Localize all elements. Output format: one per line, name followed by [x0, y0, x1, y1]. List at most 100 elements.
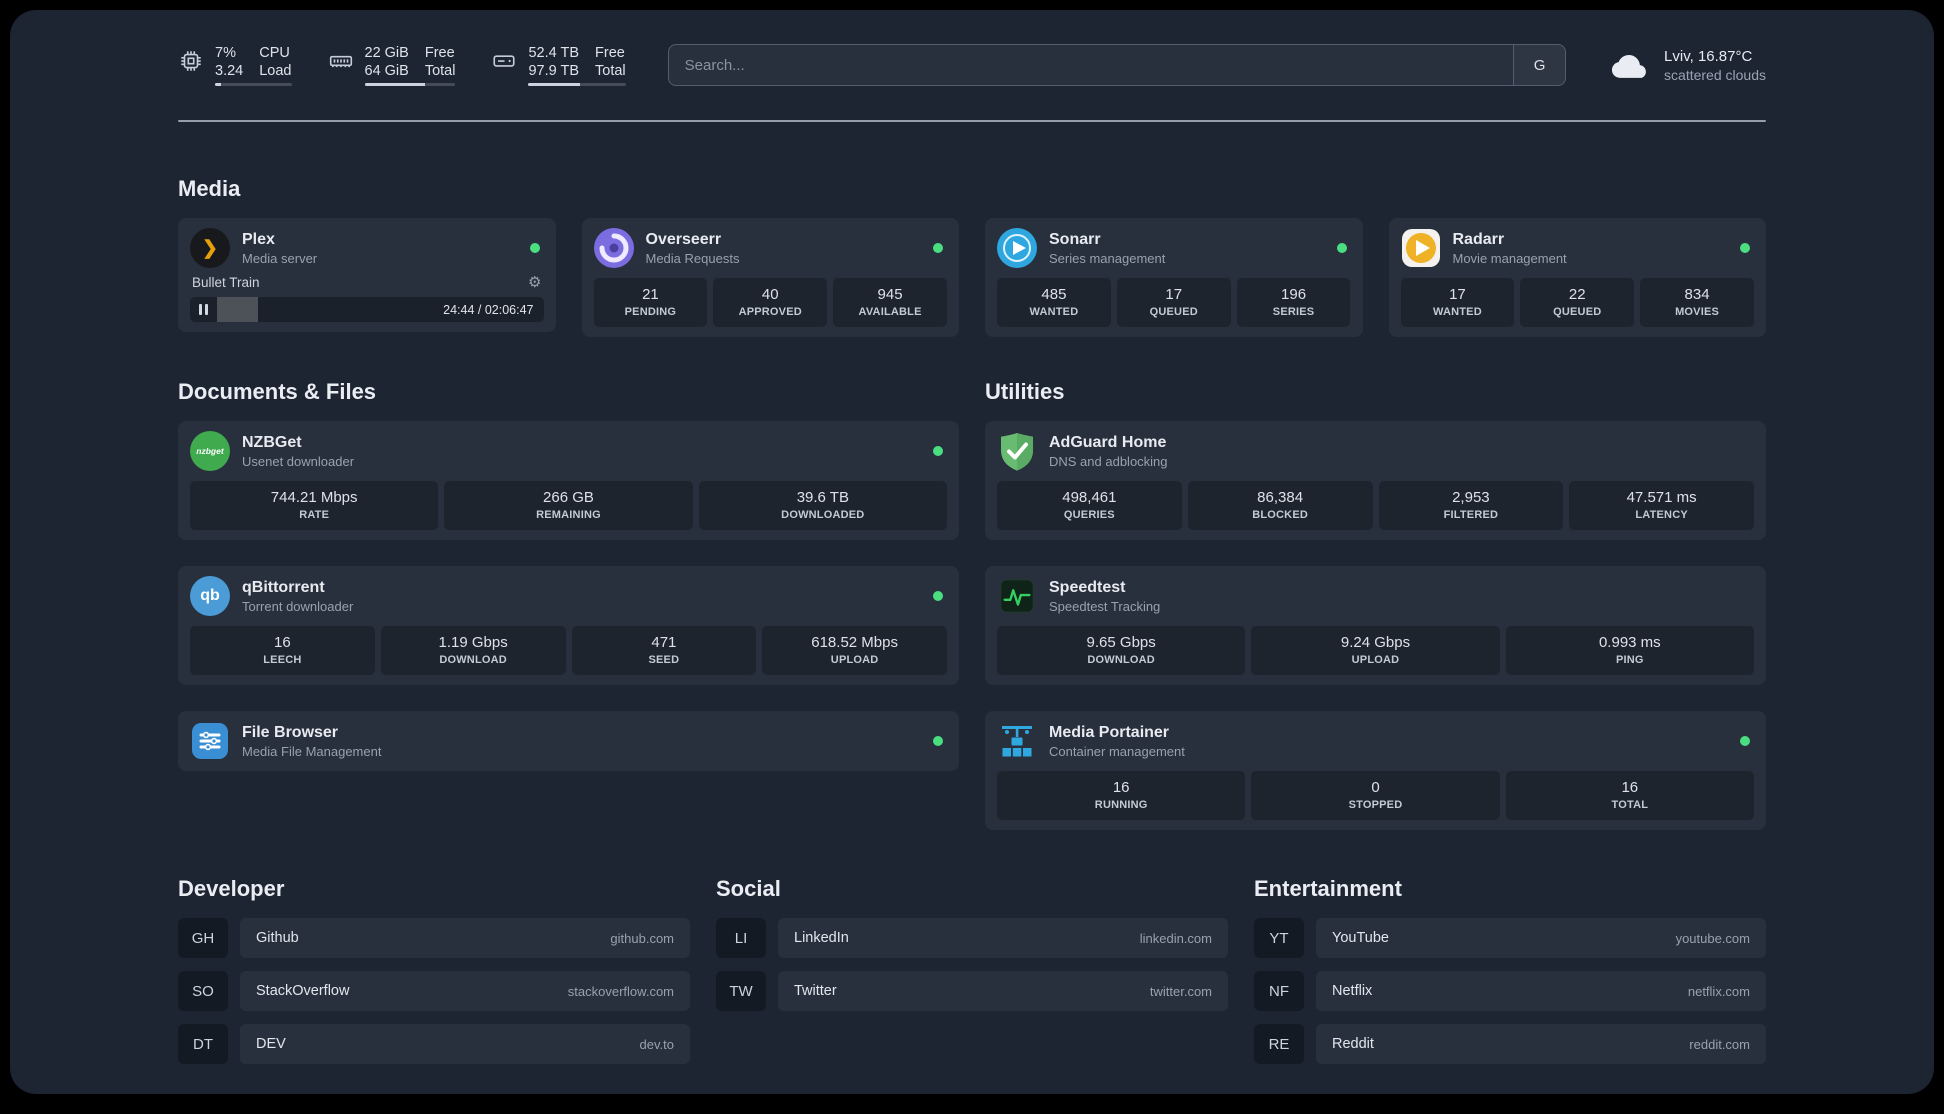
- disk-labels: Free Total: [595, 45, 626, 80]
- bookmark-domain: stackoverflow.com: [567, 983, 674, 999]
- service-desc: Media File Management: [242, 744, 382, 760]
- bookmark-name: LinkedIn: [794, 930, 849, 947]
- stat-block: 744.21 Mbps RATE: [190, 481, 439, 531]
- bookmark-twitter[interactable]: TW Twitter twitter.com: [716, 971, 1228, 1012]
- portainer-icon: [997, 721, 1037, 761]
- status-dot: [1336, 243, 1347, 254]
- gear-icon[interactable]: ⚙: [528, 275, 541, 290]
- playback-time: 24:44 / 02:06:47: [443, 302, 534, 317]
- stat-block: 945 AVAILABLE: [833, 278, 947, 328]
- service-name: qBittorrent: [242, 579, 325, 597]
- service-card-radarr[interactable]: Radarr Movie management 17 WANTED 22 QUE…: [1388, 218, 1766, 338]
- bookmark-abbr: TW: [716, 971, 766, 1012]
- stat-block: 17 QUEUED: [1116, 278, 1231, 328]
- service-card-overseerr[interactable]: Overseerr Media Requests 21 PENDING 40 A…: [581, 218, 959, 338]
- stat-block: 22 QUEUED: [1520, 278, 1635, 328]
- search-provider-button[interactable]: G: [1513, 45, 1565, 86]
- status-dot: [933, 591, 943, 602]
- service-card-portainer[interactable]: Media Portainer Container management 16 …: [985, 711, 1766, 831]
- memory-icon: [329, 55, 352, 68]
- adguard-icon: [997, 431, 1037, 471]
- service-card-adguard[interactable]: AdGuard Home DNS and adblocking 498,461 …: [985, 421, 1766, 541]
- service-name: Radarr: [1452, 231, 1505, 249]
- service-desc: Movie management: [1452, 251, 1567, 267]
- seek-track[interactable]: [217, 297, 433, 323]
- service-desc: Usenet downloader: [242, 454, 355, 470]
- bookmark-name: DEV: [256, 1036, 286, 1053]
- service-desc: Speedtest Tracking: [1049, 599, 1161, 615]
- status-dot: [933, 446, 943, 457]
- stat-block: 21 PENDING: [593, 278, 708, 328]
- section-documents: Documents & Files nzbget NZBGet Usenet d…: [178, 379, 959, 772]
- weather-widget[interactable]: Lviv, 16.87°C scattered clouds: [1608, 48, 1766, 83]
- svg-text:nzbget: nzbget: [196, 446, 225, 456]
- filebrowser-icon: [190, 721, 230, 761]
- service-name: Speedtest: [1049, 579, 1126, 597]
- service-name: Sonarr: [1049, 231, 1101, 249]
- memory-values: 22 GiB 64 GiB: [364, 45, 409, 80]
- stat-block: 2,953 FILTERED: [1378, 481, 1564, 531]
- stat-block: 86,384 BLOCKED: [1187, 481, 1373, 531]
- service-name: Plex: [242, 231, 275, 249]
- bookmark-abbr: DT: [178, 1024, 228, 1065]
- bookmark-name: YouTube: [1332, 930, 1389, 947]
- status-dot: [1740, 736, 1750, 747]
- service-card-speedtest[interactable]: Speedtest Speedtest Tracking 9.65 Gbps D…: [985, 566, 1766, 686]
- service-name: NZBGet: [242, 434, 302, 452]
- track-title: Bullet Train: [192, 275, 260, 291]
- disk-widget: 52.4 TB 97.9 TB Free Total: [491, 44, 626, 87]
- service-card-filebrowser[interactable]: File Browser Media File Management: [178, 711, 959, 772]
- stat-block: 196 SERIES: [1236, 278, 1351, 328]
- section-title-documents: Documents & Files: [178, 379, 377, 405]
- service-card-plex[interactable]: ❯ Plex Media server Bullet Train ⚙ 24:44…: [178, 218, 556, 333]
- stat-block: 0.993 ms PING: [1505, 626, 1754, 676]
- cpu-values: 7% 3.24: [215, 45, 244, 80]
- bookmark-youtube[interactable]: YT YouTube youtube.com: [1254, 918, 1766, 959]
- plex-icon: ❯: [190, 228, 230, 269]
- bookmark-group-title: Entertainment: [1254, 876, 1402, 902]
- service-desc: Torrent downloader: [242, 599, 354, 615]
- bookmark-group-title: Social: [716, 876, 781, 902]
- service-card-nzbget[interactable]: nzbget NZBGet Usenet downloader 744.21 M…: [178, 421, 959, 541]
- bookmark-github[interactable]: GH Github github.com: [178, 918, 690, 959]
- stat-block: 9.65 Gbps DOWNLOAD: [997, 626, 1246, 676]
- weather-condition: scattered clouds: [1664, 66, 1766, 83]
- bookmark-name: Github: [256, 930, 299, 947]
- stat-block: 0 STOPPED: [1251, 771, 1500, 821]
- playback-bar[interactable]: 24:44 / 02:06:47: [190, 297, 544, 323]
- status-dot: [933, 243, 943, 254]
- radarr-icon: [1401, 228, 1441, 268]
- bookmark-dev[interactable]: DT DEV dev.to: [178, 1024, 690, 1065]
- service-card-sonarr[interactable]: Sonarr Series management 485 WANTED 17 Q…: [985, 218, 1363, 338]
- service-desc: Media Requests: [645, 251, 740, 267]
- bookmark-stackoverflow[interactable]: SO StackOverflow stackoverflow.com: [178, 971, 690, 1012]
- disk-icon: [493, 55, 516, 67]
- bookmark-abbr: NF: [1254, 971, 1304, 1012]
- bookmark-linkedin[interactable]: LI LinkedIn linkedin.com: [716, 918, 1228, 959]
- pause-button[interactable]: [190, 304, 217, 316]
- stat-block: 618.52 Mbps UPLOAD: [762, 626, 947, 676]
- cpu-icon: [181, 51, 201, 71]
- bookmark-domain: dev.to: [639, 1036, 674, 1052]
- service-name: Media Portainer: [1049, 724, 1170, 742]
- dashboard: 7% 3.24 CPU Load 22 GiB 64 GiB Free Tota…: [10, 10, 1934, 1094]
- memory-widget: 22 GiB 64 GiB Free Total: [328, 44, 456, 87]
- bookmark-domain: twitter.com: [1149, 983, 1212, 999]
- service-card-qbittorrent[interactable]: qb qBittorrent Torrent downloader 16 LEE…: [178, 566, 959, 686]
- bookmark-group-entertainment: Entertainment YT YouTube youtube.com NF …: [1254, 876, 1766, 1077]
- bookmark-reddit[interactable]: RE Reddit reddit.com: [1254, 1024, 1766, 1065]
- section-utilities: Utilities AdGuard Home DNS and adblockin…: [985, 379, 1766, 831]
- bookmark-group-title: Developer: [178, 876, 285, 902]
- stat-block: 16 TOTAL: [1505, 771, 1754, 821]
- bookmark-domain: netflix.com: [1687, 983, 1750, 999]
- bookmark-group-social: Social LI LinkedIn linkedin.com TW Twitt…: [716, 876, 1228, 1024]
- bookmark-netflix[interactable]: NF Netflix netflix.com: [1254, 971, 1766, 1012]
- bookmark-domain: linkedin.com: [1139, 930, 1212, 946]
- search-input[interactable]: [668, 56, 1514, 74]
- status-dot: [933, 736, 943, 747]
- weather-location: Lviv, 16.87°C: [1664, 47, 1753, 65]
- memory-labels: Free Total: [424, 45, 456, 80]
- service-desc: Media server: [242, 251, 318, 267]
- stat-block: 39.6 TB DOWNLOADED: [698, 481, 947, 531]
- cpu-progress: [215, 83, 292, 87]
